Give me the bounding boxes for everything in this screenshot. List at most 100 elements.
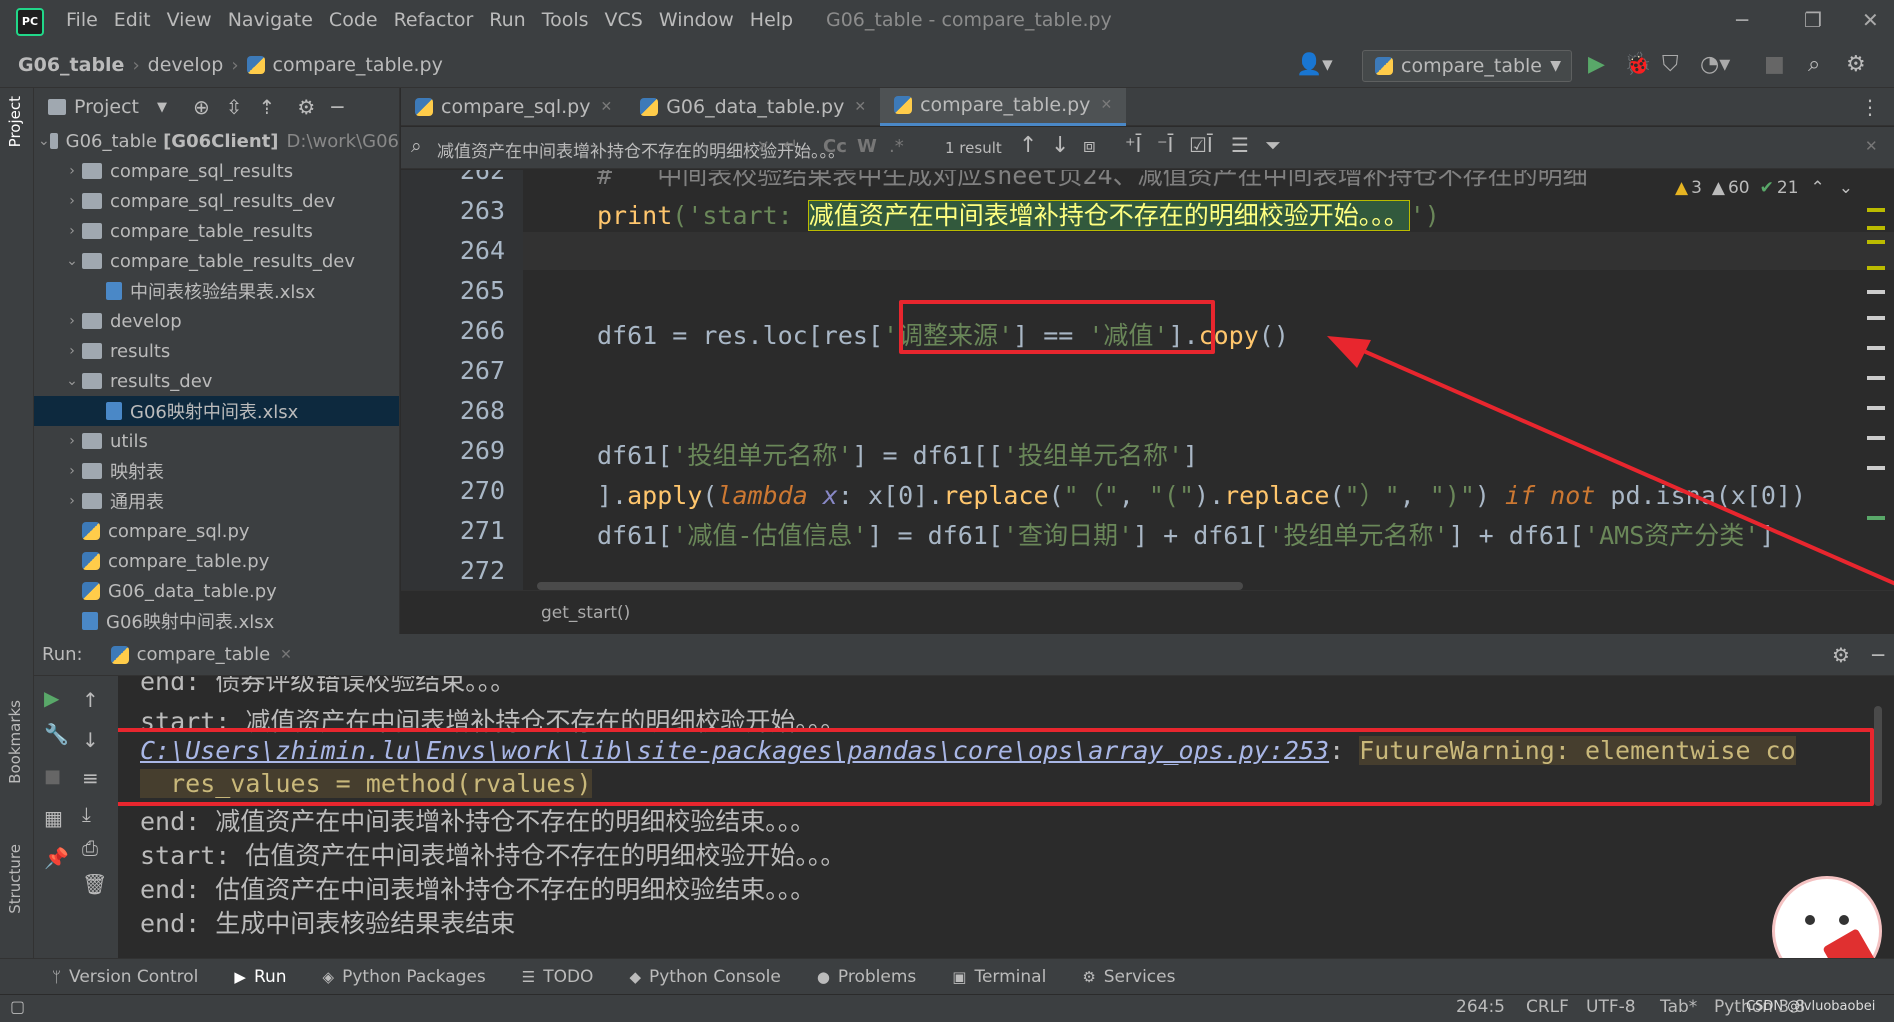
tree-item[interactable]: ⌄ compare_table_results_dev xyxy=(34,246,399,276)
new-line-icon[interactable]: ↵ xyxy=(783,135,798,156)
horizontal-scrollbar[interactable] xyxy=(537,582,1243,590)
regex-button[interactable]: .* xyxy=(889,136,904,157)
line-separator[interactable]: CRLF xyxy=(1526,997,1569,1017)
code-editor[interactable]: 262 263 264 265 266 267 268 269 270 271 … xyxy=(401,170,1894,590)
tool-tab-todo[interactable]: ☰ TODO xyxy=(522,967,594,987)
tree-item[interactable]: G06映射中间表.xlsx xyxy=(34,606,399,634)
close-tab-icon[interactable]: ✕ xyxy=(280,647,292,663)
restore-icon[interactable]: ❐ xyxy=(1804,8,1822,32)
tree-item[interactable]: compare_sql.py xyxy=(34,516,399,546)
close-window-icon[interactable]: ✕ xyxy=(1862,8,1879,32)
run-icon[interactable]: ▶ xyxy=(1588,52,1605,77)
close-find-icon[interactable]: ✕ xyxy=(1865,137,1878,155)
menu-code[interactable]: Code xyxy=(329,9,378,31)
breadcrumb-file[interactable]: compare_table.py xyxy=(273,54,443,76)
tree-item[interactable]: › results xyxy=(34,336,399,366)
chevron-right-icon[interactable]: › xyxy=(62,193,82,209)
indent-setting[interactable]: Tab* xyxy=(1660,997,1697,1017)
in-selection-icon[interactable]: ⧈ xyxy=(1083,133,1096,157)
filter-icon[interactable]: ⏷ xyxy=(1265,133,1281,157)
project-panel-title[interactable]: Project xyxy=(74,96,139,118)
minimize-icon[interactable]: ─ xyxy=(1736,8,1748,32)
tree-item[interactable]: › 通用表 xyxy=(34,486,399,516)
tool-tab-terminal[interactable]: ▣ Terminal xyxy=(952,967,1046,987)
breadcrumb-folder[interactable]: develop xyxy=(148,54,224,76)
user-icon[interactable]: 👤▾ xyxy=(1296,52,1333,77)
pin-icon[interactable]: 📌 xyxy=(44,846,69,870)
tree-item[interactable]: 中间表核验结果表.xlsx xyxy=(34,276,399,306)
debug-icon[interactable]: 🐞 xyxy=(1624,52,1651,77)
tab-compare-sql[interactable]: compare_sql.py ✕ xyxy=(401,88,626,126)
error-stripe-mark[interactable] xyxy=(1867,266,1885,270)
run-tab-label[interactable]: compare_table xyxy=(137,644,271,665)
more-tabs-icon[interactable]: ⋮ xyxy=(1860,95,1880,119)
chevron-right-icon[interactable]: › xyxy=(62,463,82,479)
tree-item[interactable]: ⌄ results_dev xyxy=(34,366,399,396)
tree-item[interactable]: G06映射中间表.xlsx xyxy=(34,396,399,426)
vertical-scrollbar[interactable] xyxy=(1874,706,1882,806)
trash-icon[interactable]: 🗑 xyxy=(82,872,107,896)
profile-icon[interactable]: ◔▾ xyxy=(1700,52,1730,77)
rerun-icon[interactable]: ▶ xyxy=(44,686,59,710)
run-console[interactable]: end: 债券评级错误校验结束。。。 start: 减值资产在中间表增补持仓不存… xyxy=(118,676,1894,958)
menu-navigate[interactable]: Navigate xyxy=(228,9,313,31)
caret-position[interactable]: 264:5 xyxy=(1456,997,1505,1017)
hide-icon[interactable]: ─ xyxy=(331,95,343,119)
tool-tab-python-console[interactable]: ◆ Python Console xyxy=(629,967,780,987)
menu-view[interactable]: View xyxy=(167,9,212,31)
words-button[interactable]: W xyxy=(857,136,877,157)
menu-vcs[interactable]: VCS xyxy=(605,9,643,31)
chevron-right-icon[interactable]: › xyxy=(62,223,82,239)
project-tool-tab[interactable]: Project xyxy=(6,96,24,147)
menu-tools[interactable]: Tools xyxy=(542,9,589,31)
menu-run[interactable]: Run xyxy=(489,9,525,31)
tree-item[interactable]: G06_data_table.py xyxy=(34,576,399,606)
gear-icon[interactable]: ⚙ xyxy=(297,95,315,119)
chevron-down-icon[interactable]: ⌄ xyxy=(38,133,50,149)
remove-occurrence-icon[interactable]: ⁻Ī xyxy=(1157,133,1173,157)
breadcrumb-project[interactable]: G06_table xyxy=(18,54,124,76)
tool-tab-python-packages[interactable]: ◈ Python Packages xyxy=(323,967,486,987)
clear-search-icon[interactable]: ✕ xyxy=(757,137,770,155)
coverage-icon[interactable]: ⛉ xyxy=(1662,52,1679,77)
chevron-down-icon[interactable]: ⌄ xyxy=(62,253,82,269)
match-case-button[interactable]: Cc xyxy=(823,136,847,157)
menu-window[interactable]: Window xyxy=(659,9,734,31)
error-stripe-mark[interactable] xyxy=(1867,316,1885,320)
close-tab-icon[interactable]: ✕ xyxy=(600,99,612,115)
chevron-down-icon[interactable]: ⌄ xyxy=(62,373,82,389)
tool-tab-problems[interactable]: ● Problems xyxy=(817,967,916,987)
tree-item[interactable]: › 映射表 xyxy=(34,456,399,486)
expand-all-icon[interactable]: ⇳ xyxy=(226,95,243,119)
tool-tab-run[interactable]: ▶ Run xyxy=(234,967,286,987)
locate-icon[interactable]: ⊕ xyxy=(193,95,210,119)
previous-occurrence-icon[interactable]: ↑ xyxy=(1019,133,1037,158)
tree-item[interactable]: › develop xyxy=(34,306,399,336)
file-encoding[interactable]: UTF-8 xyxy=(1586,997,1636,1017)
inspection-widget[interactable]: ▲ 3 ▲ 60 ✔ 21 ⌃ ⌄ xyxy=(1669,176,1860,200)
chevron-right-icon[interactable]: › xyxy=(62,163,82,179)
menu-edit[interactable]: Edit xyxy=(114,9,151,31)
menu-file[interactable]: File xyxy=(66,9,98,31)
select-all-occurrences-icon[interactable]: ☑Ī xyxy=(1189,133,1213,157)
chevron-right-icon[interactable]: › xyxy=(62,343,82,359)
next-highlight-icon[interactable]: ⌄ xyxy=(1839,178,1853,198)
menu-help[interactable]: Help xyxy=(750,9,793,31)
run-configuration-select[interactable]: compare_table ▼ xyxy=(1362,50,1572,82)
toggle-panels-icon[interactable]: ▢ xyxy=(10,997,25,1016)
add-occurrence-icon[interactable]: ⁺Ī xyxy=(1125,133,1141,157)
error-stripe-mark[interactable] xyxy=(1867,240,1885,244)
scroll-to-end-icon[interactable]: ⤓ xyxy=(82,802,91,826)
tree-root[interactable]: ⌄ G06_table [G06Client] D:\work\G06 xyxy=(34,126,399,156)
tree-item[interactable]: › compare_sql_results xyxy=(34,156,399,186)
tree-item[interactable]: › compare_table_results xyxy=(34,216,399,246)
settings-gear-icon[interactable]: ⚙ xyxy=(1846,52,1866,77)
error-stripe-mark[interactable] xyxy=(1867,226,1885,230)
chevron-right-icon[interactable]: › xyxy=(62,433,82,449)
error-stripe-mark[interactable] xyxy=(1867,208,1885,212)
print-icon[interactable]: ⎙ xyxy=(82,836,98,860)
filter-options-icon[interactable]: ☰ xyxy=(1231,133,1249,157)
hide-icon[interactable]: ─ xyxy=(1872,643,1884,667)
structure-tool-tab[interactable]: Structure xyxy=(6,844,24,914)
layout-icon[interactable]: ▦ xyxy=(44,806,63,830)
